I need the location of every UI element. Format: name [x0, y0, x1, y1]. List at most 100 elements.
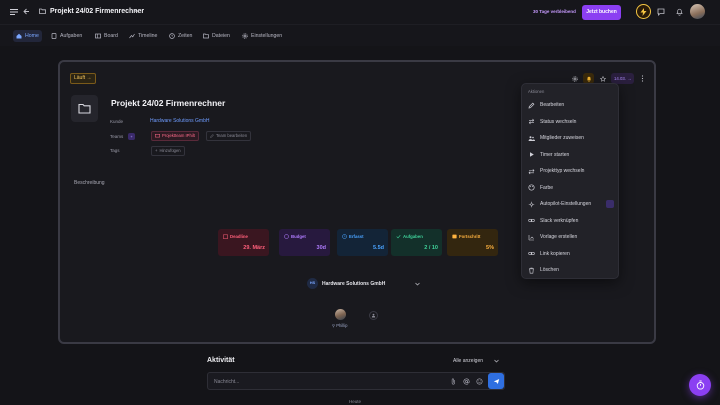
tab-label: Zeiten	[178, 33, 193, 39]
menu-item-type[interactable]: Projekttyp wechseln	[528, 165, 614, 177]
user-avatar[interactable]	[690, 4, 705, 19]
pencil-icon	[210, 134, 214, 138]
menu-item-delete[interactable]: Löschen	[528, 264, 614, 276]
trial-remaining[interactable]: 30 Tage verbleibend	[533, 9, 576, 14]
stat-label: Budget	[291, 234, 306, 239]
teams-label: Teams	[110, 134, 124, 139]
person-add-icon	[371, 313, 376, 318]
menu-header: Aktionen	[528, 89, 545, 94]
trash-icon	[528, 267, 535, 274]
stat-erfasst[interactable]: Erfasst 5.5d	[337, 229, 388, 256]
menu-item-timer[interactable]: Timer starten	[528, 149, 614, 161]
kunde-label: Kunde	[110, 119, 124, 124]
menu-item-autopilot[interactable]: Autopilot-Einstellungen	[528, 198, 614, 210]
stat-fortschritt[interactable]: Fortschritt 5%	[447, 229, 498, 256]
stat-value: 5.5d	[372, 245, 384, 251]
stat-label-row: Aufgaben	[396, 234, 423, 239]
activity-title: Aktivität	[207, 357, 235, 364]
menu-item-label: Löschen	[540, 267, 559, 273]
chat-icon[interactable]	[657, 8, 665, 16]
stat-label: Erfasst	[349, 234, 364, 239]
stat-label-row: Fortschritt	[452, 234, 481, 239]
stat-label-row: Erfasst	[342, 234, 364, 239]
task-icon	[51, 33, 57, 39]
client-row[interactable]: HS Hardware Solutions GmbH	[307, 278, 421, 289]
mention-icon[interactable]	[463, 378, 470, 385]
menu-icon[interactable]	[10, 9, 18, 15]
stopwatch-icon	[696, 380, 704, 390]
stat-deadline[interactable]: Deadline 29. März	[218, 229, 269, 256]
menu-item-template[interactable]: Vorlage erstellen	[528, 231, 614, 243]
menu-item-status[interactable]: Status wechseln	[528, 116, 614, 128]
project-folder-icon[interactable]	[71, 95, 98, 122]
menu-item-label: Link kopieren	[540, 250, 570, 257]
stat-aufgaben[interactable]: Aufgaben 2 / 10	[391, 229, 442, 256]
tab-aufgaben[interactable]: Aufgaben	[48, 30, 85, 42]
monitor-icon	[155, 134, 160, 138]
stat-label: Deadline	[230, 234, 248, 239]
stat-label-row: Budget	[284, 234, 306, 239]
stat-value: 30d	[316, 245, 326, 251]
kunde-link[interactable]: Hardware Solutions GmbH	[150, 118, 209, 124]
tab-einstellungen[interactable]: Einstellungen	[239, 30, 285, 42]
stat-budget[interactable]: Budget 30d	[279, 229, 330, 256]
menu-item-members[interactable]: Mitglieder zuweisen	[528, 132, 614, 144]
edit-team-label: Team bearbeiten	[216, 133, 248, 138]
menu-item-copy-link[interactable]: Link kopieren	[528, 248, 614, 260]
template-icon	[528, 234, 535, 241]
project-title[interactable]: Projekt 24/02 Firmenrechner	[111, 98, 225, 108]
team-badge[interactable]: +	[128, 133, 135, 140]
menu-item-slack[interactable]: Slack verknüpfen	[528, 215, 614, 227]
chevron-down-icon[interactable]	[134, 9, 139, 13]
menu-item-label: Timer starten	[540, 151, 570, 158]
message-input[interactable]	[214, 376, 434, 387]
calendar-icon	[223, 234, 228, 239]
edit-team-button[interactable]: Team bearbeiten	[206, 131, 252, 141]
badge-icon	[606, 200, 614, 208]
menu-item-label: Status wechseln	[540, 118, 577, 125]
tags-label: Tags	[110, 148, 120, 153]
attach-icon[interactable]	[451, 378, 456, 385]
menu-item-label: Vorlage erstellen	[540, 234, 578, 240]
team-chip-label: Projektteam IPhilt	[162, 133, 195, 138]
client-avatar: HS	[307, 278, 318, 289]
book-now-button[interactable]: Jetzt buchen	[582, 5, 621, 20]
tab-dateien[interactable]: Dateien	[200, 30, 233, 42]
member-avatar[interactable]	[335, 309, 346, 320]
chain-icon	[528, 250, 535, 257]
stat-label-row: Deadline	[223, 234, 248, 239]
add-tag-label: Hinzufügen	[159, 148, 181, 153]
tab-home[interactable]: Home	[13, 30, 42, 42]
home-icon	[16, 33, 22, 39]
add-member-button[interactable]	[369, 311, 378, 320]
emoji-icon[interactable]	[476, 378, 483, 385]
bolt-icon[interactable]	[636, 4, 651, 19]
link-icon	[528, 217, 535, 224]
activity-filter[interactable]: Alle anzeigen	[453, 358, 499, 364]
tab-timeline[interactable]: Timeline	[126, 30, 160, 42]
menu-item-color[interactable]: Farbe	[528, 182, 614, 194]
more-icon[interactable]	[637, 73, 648, 84]
status-icon	[528, 118, 535, 125]
bell-icon[interactable]	[676, 8, 683, 16]
timer-fab-button[interactable]	[689, 374, 711, 396]
tab-board[interactable]: Board	[92, 30, 121, 42]
tab-zeiten[interactable]: Zeiten	[166, 30, 195, 42]
pencil-icon	[528, 102, 535, 109]
status-badge[interactable]: Läuft →	[70, 73, 96, 84]
stat-label: Fortschritt	[459, 234, 481, 239]
send-button[interactable]	[488, 373, 504, 389]
add-tag-button[interactable]: + Hinzufügen	[151, 146, 185, 156]
menu-item-bearbeiten[interactable]: Bearbeiten	[528, 99, 614, 111]
back-icon[interactable]	[23, 8, 30, 15]
plus-icon: +	[155, 148, 158, 153]
team-chip[interactable]: Projektteam IPhilt	[151, 131, 199, 141]
member-name: ⚲ Phillip	[332, 323, 348, 328]
folder-icon	[39, 8, 46, 14]
menu-item-label: Slack verknüpfen	[540, 217, 579, 224]
message-box	[207, 372, 505, 390]
check-icon	[396, 235, 401, 239]
status-label: Läuft	[74, 75, 86, 81]
menu-item-label: Mitglieder zuweisen	[540, 135, 584, 141]
description-label[interactable]: Beschreibung	[74, 180, 105, 186]
